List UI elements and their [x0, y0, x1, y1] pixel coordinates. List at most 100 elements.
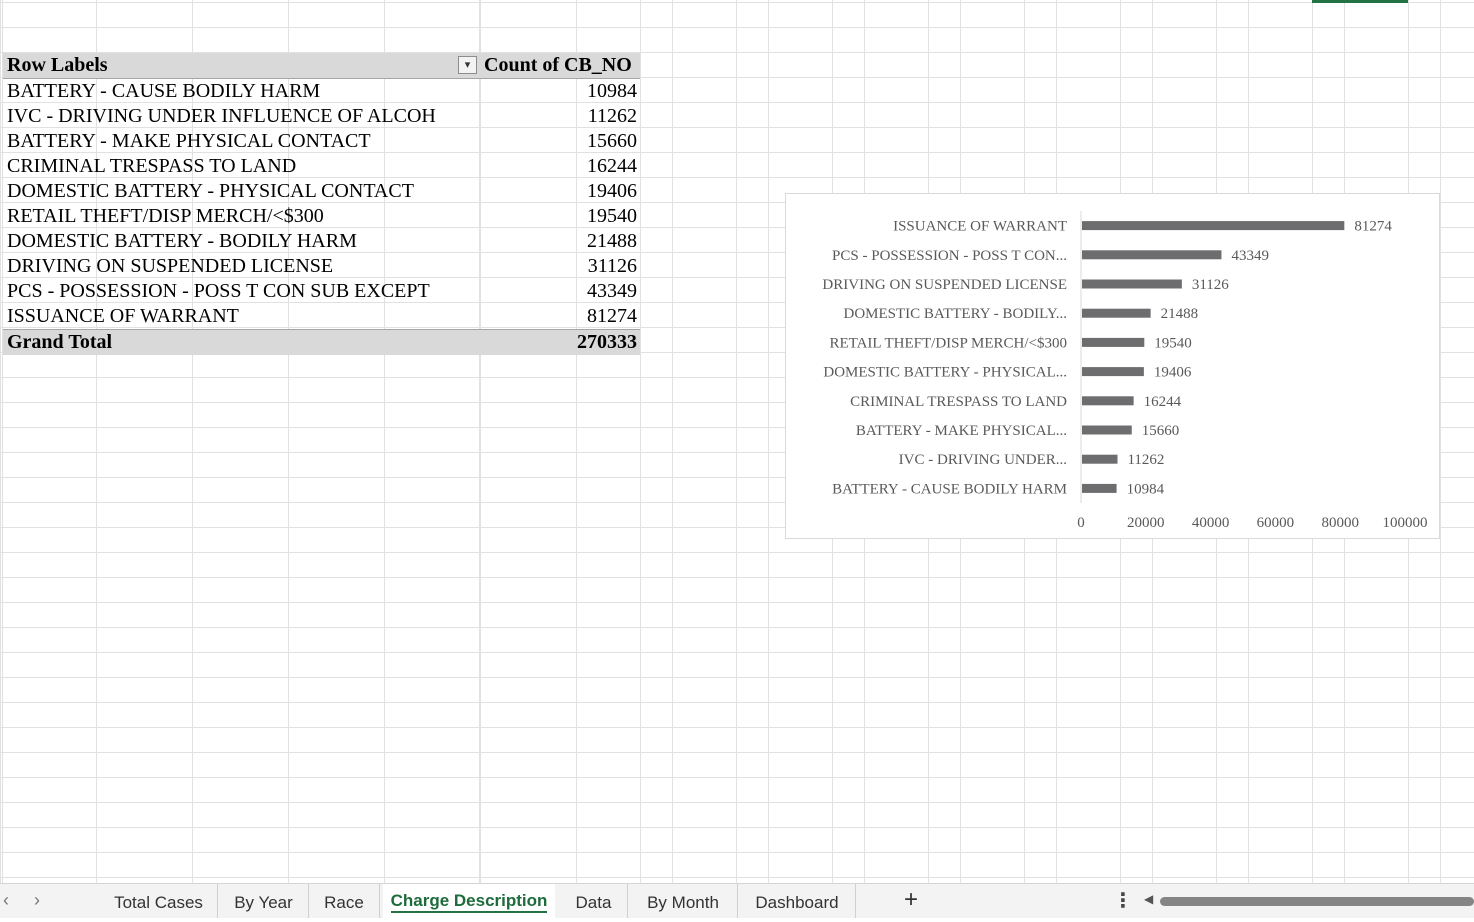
pivot-row-label[interactable]: RETAIL THEFT/DISP MERCH/<$300: [7, 204, 324, 229]
pivot-row-label[interactable]: PCS - POSSESSION - POSS T CON SUB EXCEPT: [7, 279, 430, 304]
selected-cell-indicator: [1312, 0, 1408, 3]
pivot-row: ISSUANCE OF WARRANT 81274: [3, 304, 640, 329]
chart-bar[interactable]: [1082, 454, 1118, 464]
tab-charge-description[interactable]: Charge Description: [383, 884, 555, 918]
category-label: IVC - DRIVING UNDER...: [899, 452, 1067, 468]
data-label: 19540: [1154, 335, 1192, 351]
category-label: RETAIL THEFT/DISP MERCH/<$300: [829, 335, 1067, 351]
pivot-rows: BATTERY - CAUSE BODILY HARM 10984 IVC - DR…: [3, 79, 640, 329]
category-label: DRIVING ON SUSPENDED LICENSE: [822, 277, 1067, 293]
pivot-row: DOMESTIC BATTERY - PHYSICAL CONTACT 19406: [3, 179, 640, 204]
pivot-row-value[interactable]: 11262: [588, 104, 637, 129]
x-tick-label: 60000: [1257, 515, 1295, 531]
chart-bar[interactable]: [1082, 308, 1151, 318]
category-label: BATTERY - MAKE PHYSICAL...: [856, 423, 1067, 439]
filter-dropdown-icon[interactable]: ▾: [458, 56, 477, 74]
x-tick-label: 20000: [1127, 515, 1165, 531]
grand-total-value[interactable]: 270333: [577, 330, 637, 355]
pivot-row: IVC - DRIVING UNDER INFLUENCE OF ALCOH 11…: [3, 104, 640, 129]
tab-dashboard[interactable]: Dashboard: [739, 884, 856, 918]
chart-bar[interactable]: [1082, 396, 1134, 406]
chart-bar[interactable]: [1082, 250, 1222, 260]
data-label: 11262: [1127, 452, 1164, 468]
pivot-row: CRIMINAL TRESPASS TO LAND 16244: [3, 154, 640, 179]
pivot-row-value[interactable]: 10984: [587, 79, 637, 104]
pivot-row-value[interactable]: 31126: [588, 254, 637, 279]
pivot-row-value[interactable]: 19406: [587, 179, 637, 204]
scroll-left-arrow-icon[interactable]: ◀: [1144, 892, 1153, 906]
chart-bar[interactable]: [1082, 483, 1117, 493]
x-tick-label: 40000: [1192, 515, 1230, 531]
tab-by-year[interactable]: By Year: [219, 884, 309, 918]
data-label: 31126: [1192, 277, 1229, 293]
tab-total-cases[interactable]: Total Cases: [100, 884, 218, 918]
data-label: 21488: [1161, 306, 1199, 322]
pivot-row-label[interactable]: DRIVING ON SUSPENDED LICENSE: [7, 254, 333, 279]
tab-label: Dashboard: [755, 893, 839, 912]
data-label: 43349: [1231, 248, 1269, 264]
row-labels-header[interactable]: Row Labels: [7, 53, 108, 78]
pivot-row-label[interactable]: DOMESTIC BATTERY - BODILY HARM: [7, 229, 357, 254]
category-label: BATTERY - CAUSE BODILY HARM: [832, 481, 1067, 497]
pivot-row-value[interactable]: 16244: [587, 154, 637, 179]
data-label: 10984: [1127, 481, 1165, 497]
count-header[interactable]: Count of CB_NO: [484, 53, 632, 78]
tab-label: By Year: [234, 893, 293, 912]
pivot-row-value[interactable]: 19540: [587, 204, 637, 229]
tab-race[interactable]: Race: [309, 884, 380, 918]
pivot-row: BATTERY - MAKE PHYSICAL CONTACT 15660: [3, 129, 640, 154]
pivot-table: Row Labels ▾ Count of CB_NO BATTERY - CA…: [3, 53, 640, 355]
tab-label: Race: [324, 893, 364, 912]
pivot-row-value[interactable]: 43349: [587, 279, 637, 304]
category-label: ISSUANCE OF WARRANT: [893, 219, 1067, 235]
tab-label: By Month: [647, 893, 719, 912]
pivot-row-value[interactable]: 21488: [587, 229, 637, 254]
category-label: DOMESTIC BATTERY - PHYSICAL...: [823, 365, 1067, 381]
pivot-row-value[interactable]: 15660: [587, 129, 637, 154]
tab-data[interactable]: Data: [560, 884, 628, 918]
x-tick-label: 0: [1077, 515, 1085, 531]
x-tick-label: 100000: [1383, 515, 1428, 531]
pivot-row: PCS - POSSESSION - POSS T CON SUB EXCEPT…: [3, 279, 640, 304]
pivot-row-label[interactable]: BATTERY - CAUSE BODILY HARM: [7, 79, 320, 104]
tab-label: Data: [575, 893, 612, 912]
tab-label: Charge Description: [390, 891, 548, 910]
add-sheet-button[interactable]: +: [904, 886, 918, 914]
chart-bar[interactable]: [1082, 279, 1182, 289]
category-label: PCS - POSSESSION - POSS T CON...: [832, 248, 1067, 264]
chart-bar[interactable]: [1082, 221, 1345, 231]
pivot-row-label[interactable]: ISSUANCE OF WARRANT: [7, 304, 239, 329]
chart-bar[interactable]: [1082, 337, 1145, 347]
category-label: CRIMINAL TRESPASS TO LAND: [850, 394, 1067, 410]
pivot-row-label[interactable]: BATTERY - MAKE PHYSICAL CONTACT: [7, 129, 371, 154]
tab-scroll-right-icon[interactable]: ›: [34, 890, 40, 911]
pivot-row: DOMESTIC BATTERY - BODILY HARM 21488: [3, 229, 640, 254]
tab-scroll-left-icon[interactable]: ‹: [3, 890, 9, 911]
x-tick-label: 80000: [1321, 515, 1359, 531]
data-label: 81274: [1354, 219, 1392, 235]
data-label: 15660: [1142, 423, 1180, 439]
pivot-header-row: Row Labels ▾ Count of CB_NO: [3, 53, 640, 79]
pivot-row: BATTERY - CAUSE BODILY HARM 10984: [3, 79, 640, 104]
sheet-tab-bar: ‹ › Total Cases By Year Race Charge Descrip…: [0, 883, 1474, 918]
data-label: 19406: [1154, 365, 1192, 381]
bar-chart-svg: ISSUANCE OF WARRANT 81274 PCS - POSSESSION…: [822, 211, 1428, 531]
pivot-row-label[interactable]: IVC - DRIVING UNDER INFLUENCE OF ALCOH: [7, 104, 436, 129]
horizontal-scrollbar[interactable]: ◀: [1142, 892, 1474, 907]
pivot-row-label[interactable]: CRIMINAL TRESPASS TO LAND: [7, 154, 296, 179]
scrollbar-thumb[interactable]: [1160, 897, 1474, 906]
tab-by-month[interactable]: By Month: [629, 884, 738, 918]
pivot-row: DRIVING ON SUSPENDED LICENSE 31126: [3, 254, 640, 279]
category-label: DOMESTIC BATTERY - BODILY...: [843, 306, 1067, 322]
chart-bar[interactable]: [1082, 425, 1132, 435]
pivot-row: RETAIL THEFT/DISP MERCH/<$300 19540: [3, 204, 640, 229]
pivot-grand-total-row: Grand Total 270333: [3, 329, 640, 355]
grand-total-label[interactable]: Grand Total: [7, 330, 112, 355]
more-options-icon[interactable]: ⋮: [1113, 888, 1133, 913]
active-tab-underline: [391, 911, 547, 913]
pivot-row-value[interactable]: 81274: [587, 304, 637, 329]
bar-chart[interactable]: ISSUANCE OF WARRANT 81274 PCS - POSSESSION…: [785, 193, 1440, 539]
chart-bar[interactable]: [1082, 367, 1144, 377]
data-label: 16244: [1144, 394, 1182, 410]
pivot-row-label[interactable]: DOMESTIC BATTERY - PHYSICAL CONTACT: [7, 179, 414, 204]
